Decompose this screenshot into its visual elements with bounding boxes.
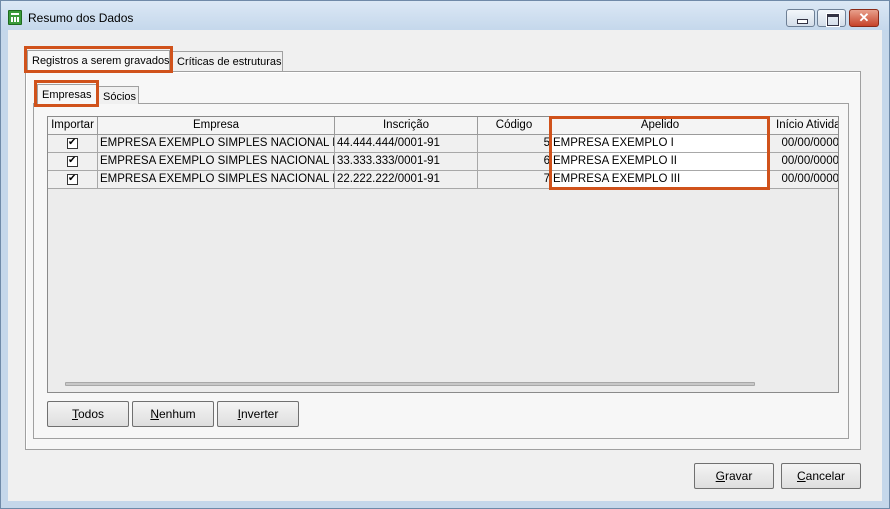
maximize-icon	[818, 10, 845, 27]
table-cell[interactable]: EMPRESA EXEMPLO II	[551, 153, 770, 171]
import-checkbox-cell[interactable]	[48, 153, 98, 171]
column-header-importar[interactable]: Importar	[48, 117, 98, 135]
nenhum-button[interactable]: Nenhum	[132, 401, 214, 427]
column-header-inicio[interactable]: Início Atividade	[770, 117, 838, 135]
horizontal-scrollbar[interactable]	[65, 382, 755, 386]
data-grid[interactable]: Importar Empresa Inscrição Código Apelid…	[47, 116, 839, 393]
table-cell[interactable]: EMPRESA EXEMPLO SIMPLES NACIONAL LTDA	[98, 135, 335, 153]
gravar-button[interactable]: Gravar	[694, 463, 774, 489]
import-checkbox[interactable]	[67, 154, 78, 168]
table-cell[interactable]: EMPRESA EXEMPLO SIMPLES NACIONAL LTDA	[98, 153, 335, 171]
tab-empresas[interactable]: Empresas	[37, 84, 97, 107]
close-button[interactable]: ✕	[849, 9, 879, 27]
table-cell[interactable]: 00/00/0000	[770, 153, 838, 171]
table-cell[interactable]: 00/00/0000	[770, 135, 838, 153]
table-cell[interactable]: 00/00/0000	[770, 171, 838, 189]
table-cell[interactable]: 22.222.222/0001-91	[335, 171, 478, 189]
table-cell[interactable]: EMPRESA EXEMPLO SIMPLES NACIONAL LTDA	[98, 171, 335, 189]
window-title: Resumo dos Dados	[28, 11, 134, 25]
close-icon: ✕	[858, 10, 870, 25]
import-checkbox[interactable]	[67, 136, 78, 150]
column-header-codigo[interactable]: Código	[478, 117, 551, 135]
inverter-button[interactable]: Inverter	[217, 401, 299, 427]
table-cell[interactable]: 5	[478, 135, 551, 153]
tab-socios[interactable]: Sócios	[98, 86, 139, 104]
table-cell[interactable]: 33.333.333/0001-91	[335, 153, 478, 171]
table-cell[interactable]: 44.444.444/0001-91	[335, 135, 478, 153]
cancelar-button[interactable]: Cancelar	[781, 463, 861, 489]
minimize-icon	[787, 10, 814, 26]
minimize-button[interactable]	[786, 9, 815, 27]
tab-registros[interactable]: Registros a serem gravados	[27, 50, 170, 73]
todos-button[interactable]: Todos	[47, 401, 129, 427]
table-cell[interactable]: EMPRESA EXEMPLO I	[551, 135, 770, 153]
table-cell[interactable]: EMPRESA EXEMPLO III	[551, 171, 770, 189]
column-header-empresa[interactable]: Empresa	[98, 117, 335, 135]
calculator-icon	[8, 10, 22, 25]
table-cell[interactable]: 7	[478, 171, 551, 189]
column-header-inscricao[interactable]: Inscrição	[335, 117, 478, 135]
table-cell[interactable]: 6	[478, 153, 551, 171]
import-checkbox-cell[interactable]	[48, 135, 98, 153]
tab-criticas[interactable]: Críticas de estruturas	[172, 51, 283, 71]
import-checkbox-cell[interactable]	[48, 171, 98, 189]
import-checkbox[interactable]	[67, 172, 78, 186]
maximize-button[interactable]	[817, 9, 846, 27]
column-header-apelido[interactable]: Apelido	[551, 117, 770, 135]
title-bar[interactable]: Resumo dos Dados ✕	[1, 1, 889, 31]
